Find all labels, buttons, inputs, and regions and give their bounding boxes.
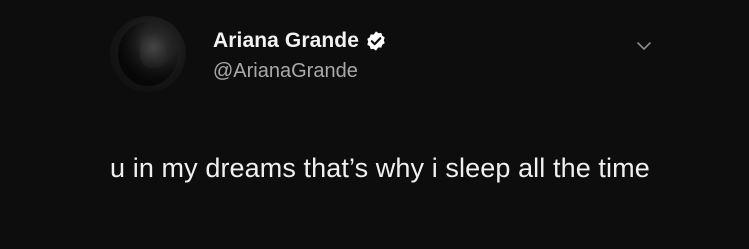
avatar-face bbox=[140, 34, 166, 68]
author-display-name[interactable]: Ariana Grande bbox=[213, 29, 359, 53]
author-name-row: Ariana Grande bbox=[213, 29, 387, 53]
author-handle[interactable]: @ArianaGrande bbox=[213, 60, 358, 83]
chevron-down-icon[interactable] bbox=[634, 36, 654, 56]
tweet-card: Ariana Grande @ArianaGrande u in my drea… bbox=[0, 0, 749, 249]
avatar[interactable] bbox=[110, 16, 186, 92]
tweet-text: u in my dreams that’s why i sleep all th… bbox=[110, 153, 650, 183]
verified-badge-icon bbox=[365, 30, 387, 52]
